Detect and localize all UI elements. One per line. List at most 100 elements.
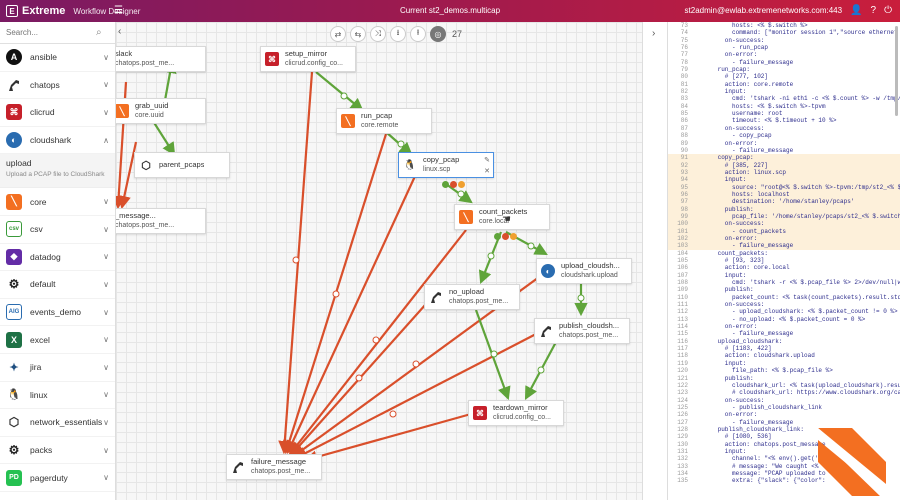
code-line[interactable]: 80 # [277, 102] [668,73,900,80]
code-line[interactable]: 98 publish: [668,205,900,213]
pack-chatops[interactable]: chatops ∨ [0,72,115,100]
code-line[interactable]: 113 - no_upload: <% $.packet_count = 0 %… [668,316,900,323]
code-line[interactable]: 86 timeout: <% $.timeout + 10 %> [668,117,900,124]
chevron-down-icon[interactable]: ∨ [103,473,109,482]
code-line[interactable]: 87 on-success: [668,125,900,132]
code-line[interactable]: 123 # cloudshark_url: https://www.clouds… [668,389,900,396]
task-node-message[interactable]: _message... chatops.post_me... [116,208,206,234]
download-icon[interactable]: ⭳ [390,26,406,42]
chevron-down-icon[interactable]: ∨ [103,363,109,372]
search-icon[interactable]: ⌕ [96,27,102,38]
pack-core[interactable]: ╲ core ∨ [0,188,115,216]
chevron-down-icon[interactable]: ∨ [103,418,109,427]
pack-ansible[interactable]: A ansible ∨ [0,44,115,72]
code-line[interactable]: 120 file_path: <% $.pcap_file %> [668,367,900,374]
code-line[interactable]: 125 - publish_cloudshark_link [668,404,900,411]
success-connector[interactable] [442,181,449,188]
task-node-grab-uuid[interactable]: ╲ grab_uuid core.uuid [116,98,206,124]
code-line[interactable]: 89 on-error: [668,140,900,147]
code-line[interactable]: 121 publish: [668,375,900,382]
user-icon[interactable]: 👤 [850,5,862,16]
code-line[interactable]: 109 publish: [668,286,900,293]
pack-events-demo[interactable]: AIG events_demo ∨ [0,299,115,327]
task-node-teardown-mirror[interactable]: ⌘ teardown_mirror clicrud.config_co... [468,400,564,426]
complete-connector[interactable] [510,233,517,240]
code-line[interactable]: 92 # [385, 227] [668,161,900,169]
code-line[interactable]: 118 action: cloudshark.upload [668,352,900,359]
code-line[interactable]: 94 input: [668,176,900,184]
code-line[interactable]: 101 - count_packets [668,227,900,235]
chevron-down-icon[interactable]: ∨ [103,108,109,117]
code-line[interactable]: 105 # [93, 323] [668,257,900,264]
code-line[interactable]: 97 destination: '/home/stanley/pcaps' [668,198,900,206]
pack-packs[interactable]: ⚙ packs ∨ [0,437,115,465]
task-node-parent-pcaps[interactable]: ⬡ parent_pcaps [134,152,230,178]
code-line[interactable]: 100 on-success: [668,220,900,228]
code-line[interactable]: 93 action: linux.scp [668,168,900,177]
pack-default[interactable]: ⚙ default ∨ [0,271,115,299]
task-node-setup-mirror[interactable]: ⌘ setup_mirror clicrud.config_co... [260,46,356,72]
pack-excel[interactable]: X excel ∨ [0,326,115,354]
code-line[interactable]: 76 - run_pcap [668,44,900,51]
success-connector[interactable] [494,233,501,240]
chevron-down-icon[interactable]: ∨ [103,390,109,399]
code-line[interactable]: 88 - copy_pcap [668,132,900,139]
panel-splitter[interactable]: › [642,22,668,500]
code-line[interactable]: 75 on-success: [668,37,900,44]
chevron-down-icon[interactable]: ∨ [103,280,109,289]
task-node-publish-cloudshark[interactable]: publish_cloudsh... chatops.post_me... [534,318,630,344]
collapse-code-icon[interactable]: › [652,28,655,39]
upload-icon[interactable]: ⭱ [410,26,426,42]
chevron-down-icon[interactable]: ∨ [103,225,109,234]
collapse-palette-icon[interactable]: ‹ [118,26,121,37]
pack-pagerduty[interactable]: PD pagerduty ∨ [0,464,115,492]
settings-icon[interactable]: ◎ [430,26,446,42]
complete-connector[interactable] [458,181,465,188]
code-line[interactable]: 115 - failure_message [668,330,900,337]
chevron-up-icon[interactable]: ∧ [103,136,109,145]
action-upload[interactable]: upload Upload a PCAP file to CloudShark [0,154,115,189]
code-line[interactable]: 73 hosts: <% $.switch %> [668,22,900,29]
code-line[interactable]: 85 username: root [668,110,900,117]
code-line[interactable]: 82 input: [668,88,900,95]
chevron-down-icon[interactable]: ∨ [103,252,109,261]
pack-csv[interactable]: csv csv ∨ [0,216,115,244]
chevron-down-icon[interactable]: ∨ [103,446,109,455]
chevron-down-icon[interactable]: ∨ [103,335,109,344]
code-line[interactable]: 106 action: core.local [668,264,900,271]
code-line[interactable]: 96 hosts: localhost [668,190,900,199]
editor-scrollbar[interactable] [895,26,898,116]
pack-jira[interactable]: ✦ jira ∨ [0,354,115,382]
task-node-failure-message[interactable]: failure_message chatops.post_me... [226,454,322,480]
error-connector[interactable] [450,181,457,188]
user-account[interactable]: st2admin@ewlab.extremenetworks.com:443 [685,6,843,15]
code-line[interactable]: 107 input: [668,272,900,279]
pack-network-essentials[interactable]: ⬡ network_essentials ∨ [0,409,115,437]
code-line[interactable]: 99 pcap_file: '/home/stanley/pcaps/st2_<… [668,212,900,221]
chevron-down-icon[interactable]: ∨ [103,308,109,317]
workflow-canvas[interactable]: ‹ ⇄ ⇆ ⤨ ⭳ ⭱ ◎ 27 slack chatops.post_me...… [116,22,642,500]
undo-icon[interactable]: ⇄ [330,26,346,42]
code-line[interactable]: 95 source: "root@<% $.switch %>-tpvm:/tm… [668,183,900,191]
redo-icon[interactable]: ⇆ [350,26,366,42]
pack-linux[interactable]: 🐧 linux ∨ [0,382,115,410]
chevron-down-icon[interactable]: ∨ [103,53,109,62]
error-connector[interactable] [502,233,509,240]
delete-icon[interactable]: ✕ [484,166,490,177]
shuffle-icon[interactable]: ⤨ [370,26,386,42]
chevron-down-icon[interactable]: ∨ [103,197,109,206]
chevron-down-icon[interactable]: ∨ [103,80,109,89]
task-node-run-pcap[interactable]: ╲ run_pcap core.remote [336,108,432,134]
code-line[interactable]: 91 copy_pcap: [668,154,900,162]
code-line[interactable]: 81 action: core.remote [668,81,900,88]
code-line[interactable]: 83 cmd: 'tshark -ni eth1 -c <% $.count %… [668,95,900,102]
code-line[interactable]: 103 - failure_message [668,242,900,250]
code-line[interactable]: 124 on-success: [668,397,900,404]
pack-clicrud[interactable]: ⌘ clicrud ∨ [0,99,115,127]
code-line[interactable]: 78 - failure_message [668,59,900,66]
code-line[interactable]: 77 on-error: [668,51,900,58]
task-node-slack[interactable]: slack chatops.post_me... [116,46,206,72]
hamburger-icon[interactable]: ☰ [114,5,123,16]
task-node-upload-cloudshark[interactable]: ◐ upload_cloudsh... cloudshark.upload [536,258,632,284]
code-line[interactable]: 102 on-error: [668,234,900,243]
